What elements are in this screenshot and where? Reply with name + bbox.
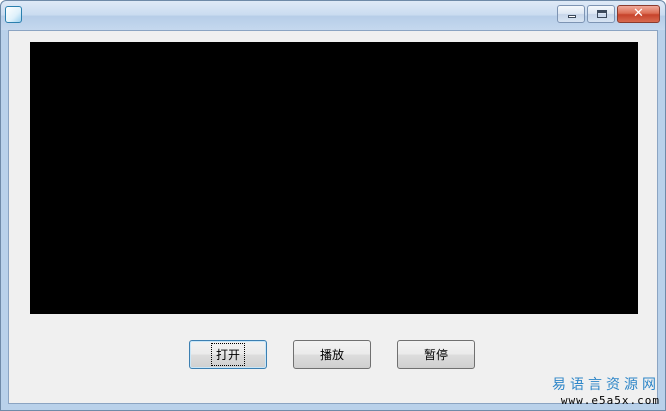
- title-bar[interactable]: ✕: [1, 1, 665, 30]
- close-icon: ✕: [633, 6, 644, 21]
- maximize-button[interactable]: [587, 5, 615, 23]
- open-button-label: 打开: [210, 343, 246, 366]
- play-button[interactable]: 播放: [293, 340, 371, 369]
- maximize-icon: [597, 10, 607, 18]
- app-icon[interactable]: [5, 6, 22, 23]
- watermark: 易语言资源网 www.e5a5x.com: [552, 376, 660, 408]
- client-area: 打开 播放 暂停: [8, 30, 658, 404]
- video-display[interactable]: [30, 42, 638, 314]
- pause-button[interactable]: 暂停: [397, 340, 475, 369]
- caption-buttons: ✕: [557, 5, 660, 23]
- pause-button-label: 暂停: [423, 348, 448, 362]
- watermark-title: 易语言资源网: [552, 377, 660, 393]
- close-button[interactable]: ✕: [617, 5, 660, 23]
- app-window: ✕ 打开 播放 暂停 易语言资源网 www.e5a5x.com: [0, 0, 666, 411]
- open-button[interactable]: 打开: [189, 340, 267, 369]
- play-button-label: 播放: [319, 348, 344, 362]
- watermark-url: www.e5a5x.com: [560, 394, 660, 407]
- minimize-button[interactable]: [557, 5, 585, 23]
- minimize-icon: [568, 15, 576, 18]
